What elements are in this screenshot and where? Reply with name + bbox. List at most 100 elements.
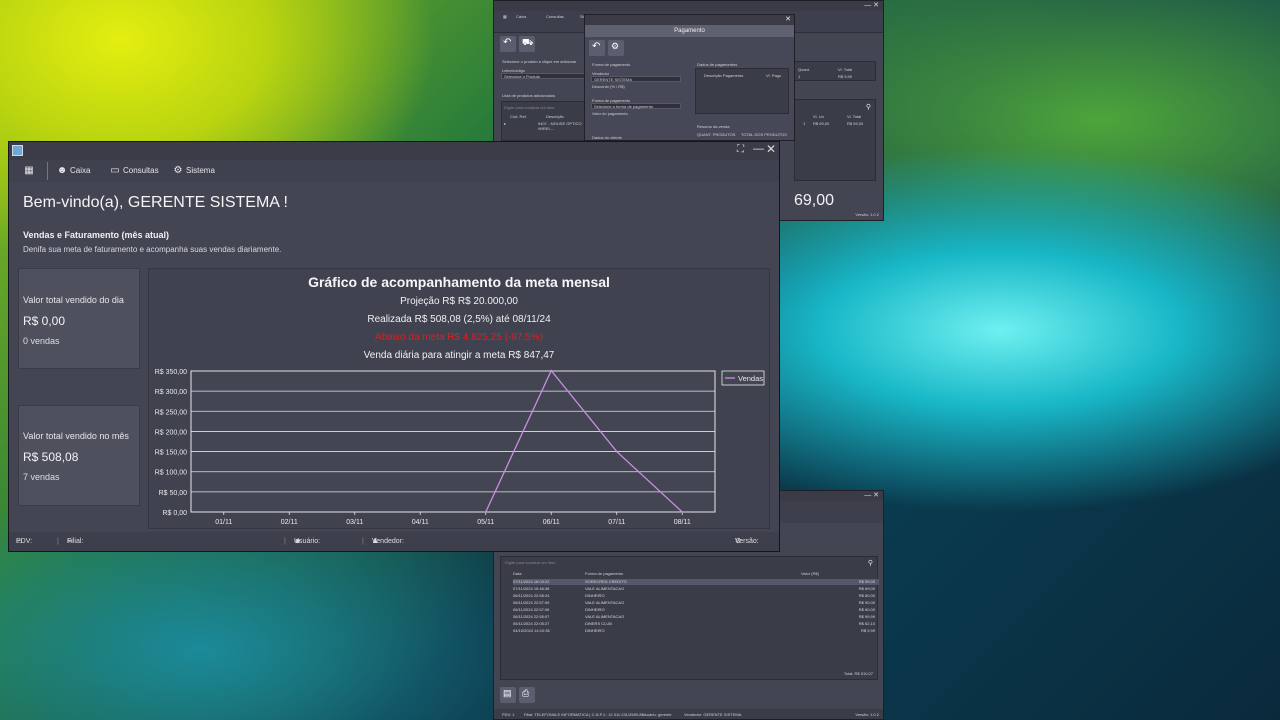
table-row[interactable]: 06/11/2024 22:57:59 VALE ALIMENTACAO R$ 90… — [513, 600, 879, 606]
card-day-value: R$ 0,00 — [23, 314, 66, 328]
menu-sistema[interactable]: ⚙ Sistema — [172, 163, 215, 179]
valor-label: Valor do pagamento — [592, 111, 628, 116]
y-tick-label: R$ 150,00 — [155, 450, 187, 457]
home-icon: ▦ — [24, 165, 34, 176]
search-icon[interactable]: ⚲ — [868, 559, 873, 567]
table-row[interactable]: 07/11/2024 16:03:22 SORECRED CREDITO R$ 99… — [513, 579, 879, 585]
history-total: Total: R$ 510,07 — [843, 671, 873, 676]
x-tick-label: 02/11 — [281, 519, 298, 526]
home-menu[interactable]: ▦ — [23, 163, 37, 179]
menu-caixa-label: Caixa — [70, 166, 91, 175]
close-icon[interactable]: ✕ — [785, 15, 791, 23]
card-day-count: 0 vendas — [23, 336, 60, 346]
y-tick-label: R$ 100,00 — [155, 470, 187, 477]
row-valor: R$ 9,99 — [860, 628, 875, 633]
table-row[interactable]: 06/11/2024 22:05:27 DINERS CLUB R$ 62,10 — [513, 621, 879, 627]
list-label: Lista de produtos adicionados — [502, 93, 556, 98]
menu-caixa[interactable]: ☻ Caixa — [56, 163, 91, 179]
dialog-back-button[interactable]: ↶ — [589, 40, 605, 56]
payments-grid[interactable]: Descrição Pagamento Vl. Pago — [695, 68, 789, 114]
card-day-sales: Valor total vendido do dia R$ 0,00 0 ven… — [18, 268, 140, 369]
table-row[interactable]: 06/11/2024 22:55:07 VALE ALIMENTACAO R$ 99… — [513, 614, 879, 620]
dialog-title: Pagamento — [585, 25, 794, 37]
welcome-heading: Bem-vindo(a), GERENTE SISTEMA ! — [23, 194, 288, 211]
row-forma: DINHEIRO — [585, 593, 605, 598]
sale-total: 69,00 — [794, 192, 835, 209]
folder-icon: ▭ — [110, 165, 120, 176]
minimize-icon[interactable]: — — [753, 143, 764, 155]
vendedor-field[interactable]: GERENTE SISTEMA — [591, 76, 681, 82]
data-point — [615, 450, 618, 453]
x-tick-label: 05/11 — [477, 519, 494, 526]
legend-label: Vendas — [738, 374, 763, 383]
row-date: 06/11/2024 22:05:27 — [513, 621, 550, 626]
y-tick-label: R$ 0,00 — [162, 510, 187, 517]
row-forma: VALE ALIMENTACAO — [585, 614, 625, 619]
search-icon[interactable]: ⚲ — [866, 103, 871, 111]
row-date: 07/11/2024 15:46:38 — [513, 586, 550, 591]
close-icon[interactable]: ✕ — [766, 142, 776, 156]
card-month-label: Valor total vendido no mês — [23, 431, 129, 441]
menu-consultas[interactable]: Consultas — [546, 14, 564, 19]
add-product-button[interactable]: ⛟ — [519, 36, 535, 52]
product-list[interactable]: Digite para localizar um item Cód. Ref. … — [501, 101, 586, 141]
status-divider: | — [57, 538, 59, 545]
card-month-sales: Valor total vendido no mês R$ 508,08 7 v… — [18, 405, 140, 506]
home-icon[interactable]: ▦ — [503, 14, 507, 19]
row-valor: R$ 60,00 — [858, 607, 875, 612]
menu-consultas[interactable]: ▭ Consultas — [109, 163, 159, 179]
x-tick-label: 08/11 — [674, 519, 691, 526]
gear-icon: ⚙ — [173, 165, 183, 176]
table-row[interactable]: 04/10/2024 14:10:36 DINHEIRO R$ 9,99 — [513, 628, 879, 634]
table-row[interactable]: 07/11/2024 15:46:38 VALE ALIMENTACAO R$ 69… — [513, 586, 879, 592]
row-date: 06/11/2024 22:55:07 — [513, 614, 550, 619]
row-forma: SORECRED CREDITO — [585, 579, 627, 584]
search-input[interactable]: Digite para localizar um item — [505, 560, 555, 565]
print-button[interactable]: ⎙ — [519, 687, 535, 703]
x-tick-label: 04/11 — [412, 519, 429, 526]
table-row[interactable]: 06/11/2024 22:58:24 DINHEIRO R$ 60,00 — [513, 593, 879, 599]
table-row[interactable]: 06/11/2024 22:57:06 DINHEIRO R$ 60,00 — [513, 607, 879, 613]
row-forma: DINHEIRO — [585, 628, 605, 633]
version-label: Versão: 1.0.2 — [855, 212, 879, 217]
data-point — [681, 511, 684, 513]
leitor-field[interactable]: Selecione o Produto — [501, 73, 585, 79]
forma-select[interactable]: Selecione a forma de pagamento — [591, 103, 681, 109]
dialog-title-bar: ✕ — [585, 15, 794, 25]
report-button[interactable]: ▤ — [500, 687, 516, 703]
menu-caixa[interactable]: Caixa — [516, 14, 526, 19]
chart-plot: R$ 0,00 R$ 50,00 R$ 100,00 R$ 150,00 R$ 200,… — [155, 369, 765, 526]
status-divider: | — [284, 538, 286, 545]
window-controls[interactable]: — ✕ — [864, 1, 879, 9]
row-valor: R$ 99,00 — [858, 579, 875, 584]
row-date: 04/10/2024 14:10:36 — [513, 628, 550, 633]
back-button[interactable]: ↶ — [500, 36, 516, 52]
menu-sistema-label: Sistema — [186, 166, 215, 175]
x-tick-label: 01/11 — [215, 519, 232, 526]
menu-consultas-label: Consultas — [123, 166, 159, 175]
maximize-icon[interactable]: ⛶ — [737, 144, 744, 155]
payment-dialog: ✕ Pagamento ↶ ⚙ Forma de pagamento Vende… — [584, 14, 795, 141]
y-tick-label: R$ 350,00 — [155, 369, 187, 376]
history-grid[interactable]: Digite para localizar um item ⚲ Data For… — [500, 556, 879, 680]
x-tick-label: 03/11 — [346, 519, 363, 526]
card-month-value: R$ 508,08 — [23, 450, 79, 464]
row-forma: DINERS CLUB — [585, 621, 612, 626]
y-tick-label: R$ 250,00 — [155, 409, 187, 416]
window-controls[interactable]: — ✕ — [864, 491, 879, 499]
row-valor: R$ 69,00 — [858, 586, 875, 591]
row-valor: R$ 60,00 — [858, 593, 875, 598]
dialog-confirm-button[interactable]: ⚙ — [608, 40, 624, 56]
desconto-label: Desconto (% / R$) — [592, 84, 625, 89]
menu-divider — [47, 162, 48, 180]
dados-label: Dados de pagamentos — [697, 62, 738, 67]
y-tick-label: R$ 200,00 — [155, 429, 187, 436]
quant-produtos-label: QUANT. PRODUTOS — [697, 132, 736, 137]
forma-label: Forma de pagamento — [592, 62, 631, 67]
cashier-icon: ☻ — [56, 165, 68, 176]
status-bar: ▭ PDV: 1 | ∞ Filial: TELEFONIA E INFORMA… — [9, 532, 779, 551]
y-tick-label: R$ 50,00 — [159, 490, 188, 497]
x-tick-label: 07/11 — [608, 519, 625, 526]
status-divider: | — [362, 538, 364, 545]
row-forma: VALE ALIMENTACAO — [585, 586, 625, 591]
